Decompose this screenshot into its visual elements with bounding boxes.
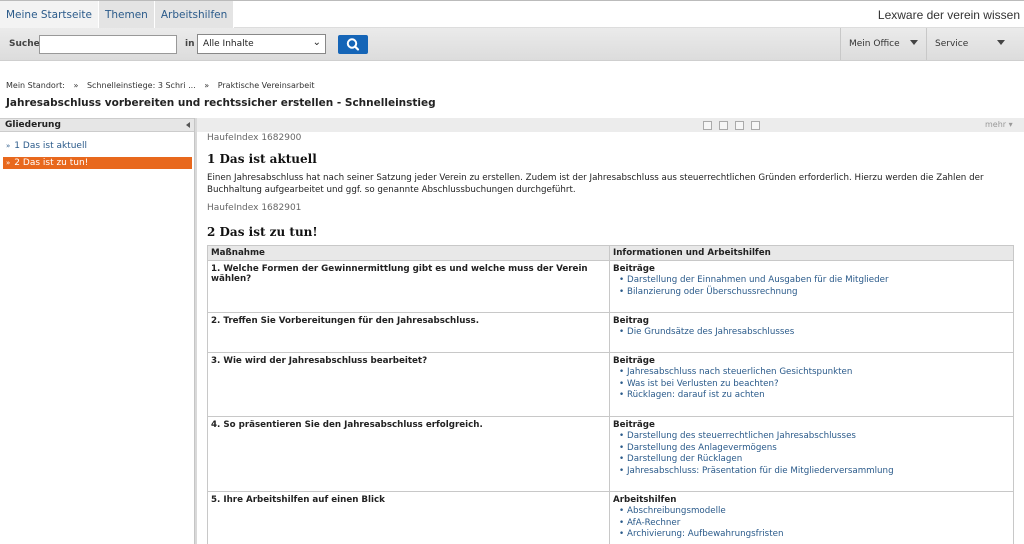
- chevron-down-icon: ⌄: [312, 37, 321, 48]
- pdf-icon[interactable]: [719, 121, 728, 130]
- dropdown-caret-icon: [997, 40, 1005, 45]
- column-header: Informationen und Arbeitshilfen: [609, 245, 1014, 261]
- section-text: Einen Jahresabschluss hat nach seiner Sa…: [207, 173, 984, 195]
- search-bar: Suche in Alle Inhalte ⌄ Mein Office Serv…: [0, 28, 1024, 61]
- toc-item-aktuell[interactable]: » 1 Das ist aktuell: [0, 140, 194, 152]
- info-category: Beiträge: [613, 356, 655, 366]
- measure-cell: 3. Wie wird der Jahresabschluss bearbeit…: [207, 352, 610, 417]
- toc-item-label: 2 Das ist zu tun!: [14, 158, 89, 168]
- search-scope-value: Alle Inhalte: [203, 39, 254, 49]
- brand-title: Lexware der verein wissen: [877, 7, 1020, 22]
- main-tabs: Meine Startseite Themen Arbeitshilfen: [0, 1, 235, 28]
- measure-cell: 1. Welche Formen der Gewinnermittlung gi…: [207, 260, 610, 313]
- scope-label: in: [185, 39, 195, 49]
- document-content: HaufeIndex 1682900 1 Das ist aktuell Ein…: [207, 132, 1015, 544]
- info-link[interactable]: Jahresabschluss nach steuerlichen Gesich…: [613, 367, 1010, 379]
- dropdown-caret-icon: [910, 40, 918, 45]
- toc-item-zu-tun[interactable]: » 2 Das ist zu tun!: [3, 157, 192, 169]
- info-category: Beiträge: [613, 264, 655, 274]
- search-button[interactable]: [338, 35, 368, 54]
- bullet-icon: »: [6, 159, 11, 167]
- info-link[interactable]: Archivierung: Aufbewahrungsfristen: [613, 529, 1010, 541]
- breadcrumb-separator: »: [204, 81, 210, 90]
- measures-table: Maßnahme Informationen und Arbeitshilfen…: [207, 245, 1014, 544]
- info-link[interactable]: Was ist bei Verlusten zu beachten?: [613, 379, 1010, 391]
- info-link[interactable]: Abschreibungsmodelle: [613, 506, 1010, 518]
- info-link[interactable]: Rücklagen: darauf ist zu achten: [613, 390, 1010, 402]
- breadcrumb-item[interactable]: Praktische Vereinsarbeit: [218, 81, 315, 90]
- service-label: Service: [935, 39, 969, 49]
- table-row: 1. Welche Formen der Gewinnermittlung gi…: [207, 260, 1014, 313]
- info-cell: Beiträge Jahresabschluss nach steuerlich…: [609, 352, 1014, 417]
- info-link[interactable]: Darstellung der Einnahmen und Ausgaben f…: [613, 275, 1010, 287]
- mein-office-menu[interactable]: Mein Office: [840, 28, 926, 60]
- info-cell: Beitrag Die Grundsätze des Jahresabschlu…: [609, 312, 1014, 353]
- info-cell: Arbeitshilfen Abschreibungsmodelle AfA-R…: [609, 491, 1014, 544]
- search-icon: [346, 38, 360, 51]
- haufe-index: HaufeIndex 1682901: [207, 203, 302, 213]
- info-category: Arbeitshilfen: [613, 495, 677, 505]
- toc-heading: Gliederung: [5, 120, 61, 130]
- panel-splitter[interactable]: [194, 118, 197, 544]
- info-link[interactable]: Darstellung des Anlagevermögens: [613, 443, 1010, 455]
- measure-cell: 5. Ihre Arbeitshilfen auf einen Blick: [207, 491, 610, 544]
- search-input[interactable]: [39, 35, 177, 54]
- info-category: Beiträge: [613, 420, 655, 430]
- section-heading: 1 Das ist aktuell: [207, 152, 317, 166]
- info-link[interactable]: Darstellung des steuerrechtlichen Jahres…: [613, 431, 1010, 443]
- tab-meine-startseite[interactable]: Meine Startseite: [0, 1, 99, 28]
- breadcrumb-separator: »: [73, 81, 79, 90]
- tab-themen[interactable]: Themen: [98, 1, 155, 28]
- service-menu[interactable]: Service: [926, 28, 1013, 60]
- table-row: 5. Ihre Arbeitshilfen auf einen Blick Ar…: [207, 491, 1014, 544]
- tab-arbeitshilfen[interactable]: Arbeitshilfen: [154, 1, 235, 28]
- info-link[interactable]: AfA-Rechner: [613, 518, 1010, 530]
- breadcrumb-root: Mein Standort:: [6, 81, 65, 90]
- content-toolbar: mehr ▾: [197, 118, 1024, 132]
- breadcrumb-item[interactable]: Schnelleinstiege: 3 Schri ...: [87, 81, 196, 90]
- info-link[interactable]: Bilanzierung oder Überschussrechnung: [613, 287, 1010, 299]
- measure-cell: 4. So präsentieren Sie den Jahresabschlu…: [207, 416, 610, 492]
- print-icon[interactable]: [703, 121, 712, 130]
- search-label: Suche: [9, 39, 40, 49]
- mail-icon[interactable]: [751, 121, 760, 130]
- bullet-icon: »: [6, 142, 11, 150]
- search-scope-select[interactable]: Alle Inhalte ⌄: [197, 34, 326, 54]
- table-header-row: Maßnahme Informationen und Arbeitshilfen: [207, 245, 1014, 261]
- info-link[interactable]: Jahresabschluss: Präsentation für die Mi…: [613, 466, 1010, 478]
- top-navigation: Meine Startseite Themen Arbeitshilfen Le…: [0, 0, 1024, 28]
- info-link[interactable]: Die Grundsätze des Jahresabschlusses: [613, 327, 1010, 339]
- collapse-arrow-icon[interactable]: [186, 122, 190, 128]
- toc-list: » 1 Das ist aktuell » 2 Das ist zu tun!: [0, 140, 194, 174]
- breadcrumb: Mein Standort: » Schnelleinstiege: 3 Sch…: [6, 81, 321, 90]
- page-title: Jahresabschluss vorbereiten und rechtssi…: [6, 97, 436, 109]
- save-icon[interactable]: [735, 121, 744, 130]
- more-label: mehr: [985, 120, 1007, 129]
- section-heading: 2 Das ist zu tun!: [207, 225, 318, 239]
- haufe-index: HaufeIndex 1682900: [207, 133, 302, 143]
- more-menu[interactable]: mehr ▾: [985, 120, 1013, 129]
- measure-cell: 2. Treffen Sie Vorbereitungen für den Ja…: [207, 312, 610, 353]
- column-header: Maßnahme: [207, 245, 610, 261]
- mein-office-label: Mein Office: [849, 39, 900, 49]
- info-category: Beitrag: [613, 316, 650, 326]
- info-cell: Beiträge Darstellung des steuerrechtlich…: [609, 416, 1014, 492]
- info-link[interactable]: Darstellung der Rücklagen: [613, 454, 1010, 466]
- table-row: 2. Treffen Sie Vorbereitungen für den Ja…: [207, 312, 1014, 353]
- info-cell: Beiträge Darstellung der Einnahmen und A…: [609, 260, 1014, 313]
- toc-item-label: 1 Das ist aktuell: [14, 141, 87, 151]
- table-row: 4. So präsentieren Sie den Jahresabschlu…: [207, 416, 1014, 492]
- table-row: 3. Wie wird der Jahresabschluss bearbeit…: [207, 352, 1014, 417]
- toc-header: Gliederung: [0, 118, 194, 132]
